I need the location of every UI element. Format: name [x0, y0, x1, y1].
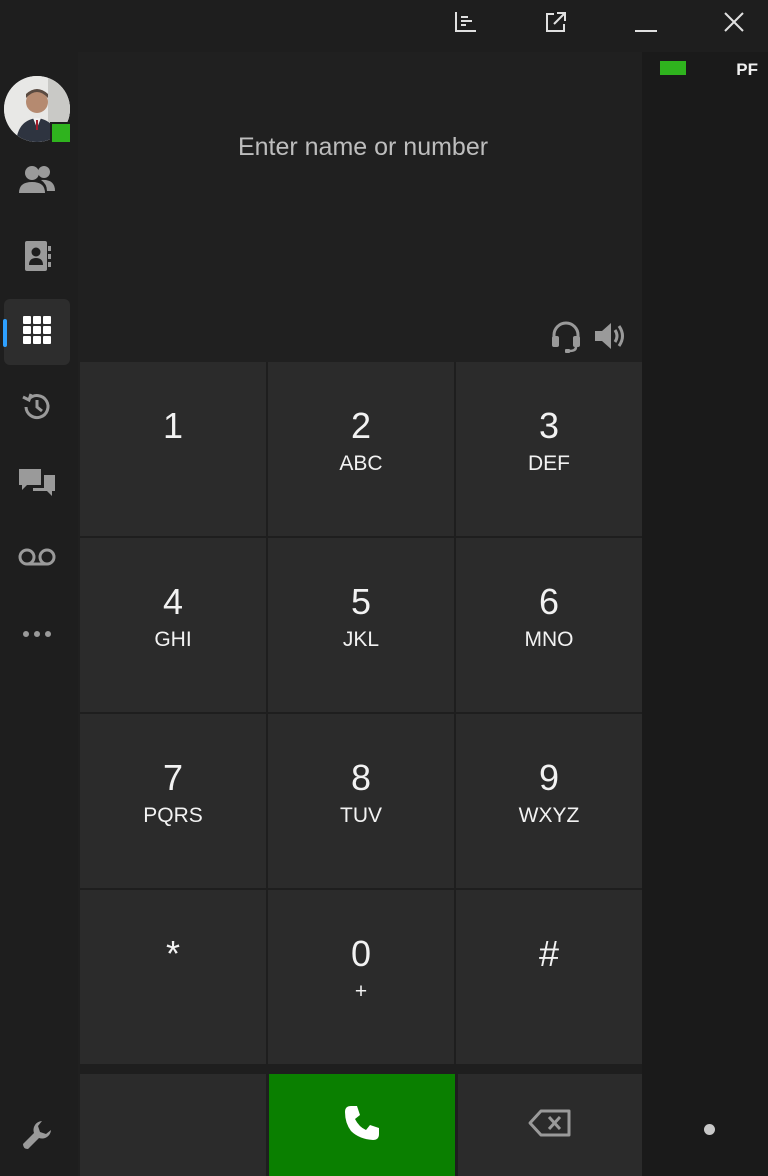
key-letters: JKL — [342, 628, 380, 651]
headset-icon[interactable] — [548, 318, 584, 354]
minimize-icon[interactable] — [626, 6, 666, 38]
nav-contacts[interactable] — [4, 149, 70, 215]
key-3[interactable]: 3 DEF — [456, 362, 642, 536]
close-icon[interactable] — [714, 6, 754, 38]
key-digit: # — [538, 933, 560, 974]
softphone-window: 1 2 ABC 3 DEF 4 GHI 5 JKL 6 MNO — [0, 0, 768, 1176]
key-digit: 7 — [162, 757, 184, 798]
call-button[interactable] — [269, 1074, 455, 1176]
active-indicator — [3, 319, 7, 347]
presence-indicator — [50, 122, 72, 144]
chat-icon — [17, 465, 57, 504]
backspace-icon — [527, 1108, 573, 1143]
key-digit: 9 — [538, 757, 560, 798]
key-letters: MNO — [524, 628, 574, 651]
key-2[interactable]: 2 ABC — [268, 362, 454, 536]
key-letters: PQRS — [143, 804, 203, 827]
wrench-icon — [20, 1118, 54, 1157]
key-digit: 8 — [350, 757, 372, 798]
nav-directory[interactable] — [4, 225, 70, 291]
key-letters: ABC — [339, 452, 383, 475]
nav-voicemail[interactable] — [4, 526, 70, 592]
nav-chat[interactable] — [4, 451, 70, 517]
key-7[interactable]: 7 PQRS — [80, 714, 266, 888]
key-9[interactable]: 9 WXYZ — [456, 714, 642, 888]
key-letters: + — [354, 980, 368, 1003]
address-book-icon — [21, 239, 53, 278]
dial-entry-area — [80, 52, 642, 362]
status-badge — [660, 61, 686, 75]
dial-input[interactable] — [100, 122, 626, 172]
call-action-row — [80, 1074, 642, 1176]
key-1[interactable]: 1 — [80, 362, 266, 536]
nav-more[interactable] — [4, 601, 70, 667]
voicemail-icon — [17, 545, 57, 574]
nav-history[interactable] — [4, 376, 70, 442]
key-4[interactable]: 4 GHI — [80, 538, 266, 712]
key-digit: 1 — [162, 405, 184, 446]
key-star[interactable]: * — [80, 890, 266, 1064]
action-spacer — [80, 1074, 266, 1176]
popout-icon[interactable] — [536, 6, 576, 38]
key-digit: 2 — [350, 405, 372, 446]
chart-icon[interactable] — [446, 6, 486, 38]
user-avatar[interactable] — [4, 76, 72, 144]
key-digit: 0 — [350, 933, 372, 974]
more-icon — [22, 625, 52, 643]
key-letters: WXYZ — [518, 804, 580, 827]
user-initials[interactable]: PF — [736, 60, 758, 80]
left-nav — [0, 52, 78, 1176]
key-6[interactable]: 6 MNO — [456, 538, 642, 712]
history-icon — [20, 390, 54, 429]
key-digit: 6 — [538, 581, 560, 622]
key-letters: DEF — [528, 452, 570, 475]
key-digit: 5 — [350, 581, 372, 622]
settings-button[interactable] — [4, 1104, 70, 1170]
key-letters: TUV — [340, 804, 382, 827]
phone-icon — [342, 1103, 382, 1148]
backspace-button[interactable] — [458, 1074, 642, 1176]
title-bar — [0, 0, 768, 52]
panel-dot-indicator[interactable] — [704, 1124, 715, 1135]
right-panel: PF — [642, 52, 768, 1176]
key-0[interactable]: 0 + — [268, 890, 454, 1064]
key-hash[interactable]: # — [456, 890, 642, 1064]
dialer-panel: 1 2 ABC 3 DEF 4 GHI 5 JKL 6 MNO — [80, 52, 642, 1176]
speaker-icon[interactable] — [592, 318, 628, 354]
key-digit: 3 — [538, 405, 560, 446]
nav-dialpad[interactable] — [3, 299, 70, 365]
keypad: 1 2 ABC 3 DEF 4 GHI 5 JKL 6 MNO 7 PQRS 8… — [80, 362, 642, 1066]
key-digit: * — [165, 933, 180, 974]
dialpad-icon — [22, 315, 52, 350]
key-letters: GHI — [154, 628, 192, 651]
key-digit: 4 — [162, 581, 184, 622]
key-8[interactable]: 8 TUV — [268, 714, 454, 888]
people-icon — [17, 163, 57, 202]
key-5[interactable]: 5 JKL — [268, 538, 454, 712]
